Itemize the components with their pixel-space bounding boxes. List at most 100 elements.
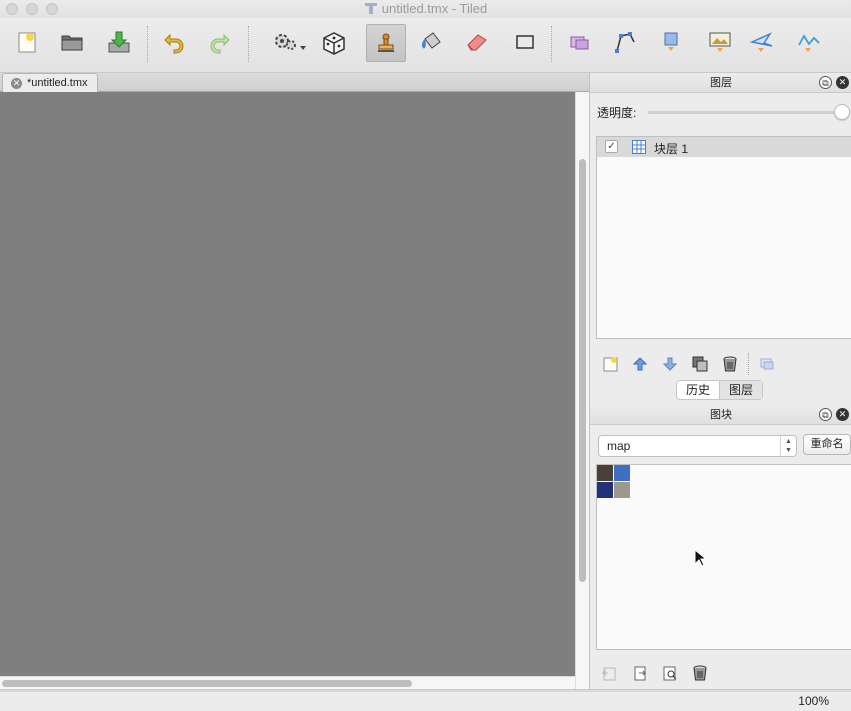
eraser-icon <box>467 34 487 51</box>
insert-polyline-button[interactable] <box>795 27 823 57</box>
save-button[interactable] <box>105 27 133 57</box>
layer-row[interactable]: ✓ 块层 1 <box>597 137 851 157</box>
tools-separator <box>748 353 749 375</box>
layers-panel-title-text: 图层 <box>710 77 732 89</box>
edit-polygon-icon <box>615 32 635 53</box>
close-panel-icon[interactable]: ✕ <box>836 76 849 89</box>
float-panel-icon[interactable]: ⧉ <box>819 408 832 421</box>
tile-3[interactable] <box>614 482 630 498</box>
main-toolbar <box>0 18 851 73</box>
status-bar: 100% <box>0 689 851 711</box>
insert-polygon-button[interactable] <box>748 27 776 57</box>
delete-layer-button[interactable] <box>719 353 741 375</box>
map-canvas[interactable] <box>0 92 575 676</box>
new-document-icon <box>18 32 36 53</box>
tile-layer-icon <box>632 140 646 154</box>
status-bar-grip <box>0 690 851 692</box>
open-button[interactable] <box>58 27 86 57</box>
undo-button[interactable] <box>161 27 189 57</box>
new-layer-icon <box>603 357 618 372</box>
folder-icon <box>61 35 83 51</box>
new-tileset-button[interactable] <box>598 662 620 684</box>
insert-polyline-icon <box>798 34 820 52</box>
layers-panel: 图层 ⧉ ✕ 透明度: ✓ 块层 1 历史 图层 <box>589 73 851 405</box>
gears-icon <box>275 34 306 50</box>
tileset-tools <box>598 662 848 684</box>
eraser-button[interactable] <box>463 27 491 57</box>
new-tileset-icon <box>602 667 616 681</box>
lower-layer-button[interactable] <box>659 353 681 375</box>
window-title: untitled.tmx - Tiled <box>381 1 488 16</box>
rect-select-icon <box>516 35 534 49</box>
layer-visible-checkbox[interactable]: ✓ <box>605 140 618 153</box>
tab-layers[interactable]: 图层 <box>719 381 763 399</box>
stamp-brush-button[interactable] <box>366 24 406 62</box>
close-tab-icon[interactable]: ✕ <box>11 78 22 89</box>
tileset-select[interactable]: map ▲ ▼ <box>598 435 797 457</box>
select-objects-button[interactable] <box>566 27 594 57</box>
toolbar-separator <box>147 26 148 62</box>
tab-label: *untitled.tmx <box>27 77 88 89</box>
vertical-scroll-thumb[interactable] <box>579 159 586 582</box>
duplicate-layer-button[interactable] <box>689 353 711 375</box>
new-map-button[interactable] <box>13 27 41 57</box>
raise-layer-button[interactable] <box>629 353 651 375</box>
commands-button[interactable] <box>270 27 310 57</box>
bucket-fill-button[interactable] <box>417 27 445 57</box>
select-objects-icon <box>570 36 589 50</box>
random-mode-button[interactable] <box>320 27 348 57</box>
redo-arrow-icon <box>210 33 230 54</box>
title-bar: untitled.tmx - Tiled <box>0 0 851 18</box>
import-tileset-icon <box>634 666 647 681</box>
tile-1[interactable] <box>614 465 630 481</box>
chevron-updown-icon: ▲ ▼ <box>780 436 796 456</box>
save-download-icon <box>108 31 130 53</box>
zoom-level[interactable]: 100% <box>798 694 829 708</box>
import-tileset-button[interactable] <box>629 662 651 684</box>
mouse-cursor-icon <box>694 549 706 567</box>
trash-icon <box>723 356 737 372</box>
opacity-slider-handle[interactable] <box>834 104 850 120</box>
trash-icon <box>693 665 707 681</box>
tileset-view[interactable] <box>596 464 851 650</box>
add-layer-button[interactable] <box>600 353 622 375</box>
tile-0[interactable] <box>597 465 613 481</box>
tile-2[interactable] <box>597 482 613 498</box>
float-panel-icon[interactable]: ⧉ <box>819 76 832 89</box>
layer-list[interactable]: ✓ 块层 1 <box>596 136 851 339</box>
vertical-scrollbar[interactable] <box>575 92 589 689</box>
dice-icon <box>323 32 345 55</box>
insert-rectangle-button[interactable] <box>657 27 685 57</box>
close-panel-icon[interactable]: ✕ <box>836 408 849 421</box>
layer-tools <box>598 353 848 375</box>
opacity-label: 透明度: <box>597 106 637 120</box>
tileset-properties-button[interactable] <box>659 662 681 684</box>
horizontal-scroll-thumb[interactable] <box>2 680 412 687</box>
insert-polygon-icon <box>749 32 773 52</box>
horizontal-scrollbar[interactable] <box>0 676 575 689</box>
tilesets-panel-title-text: 图块 <box>710 409 732 421</box>
opacity-slider[interactable] <box>648 111 840 114</box>
stamp-icon <box>378 33 394 52</box>
rectangle-select-button[interactable] <box>511 27 539 57</box>
panel-tab-switcher: 历史 图层 <box>676 380 764 400</box>
layers-stack-icon <box>760 358 774 370</box>
window-title-wrap: untitled.tmx - Tiled <box>0 1 851 16</box>
properties-icon <box>663 666 677 681</box>
tilesets-panel-title: 图块 ⧉ ✕ <box>590 405 851 425</box>
redo-button[interactable] <box>205 27 233 57</box>
rename-tileset-button[interactable]: 重命名 <box>803 434 851 455</box>
document-tab-bar: ✕ *untitled.tmx <box>0 73 589 92</box>
edit-polygons-button[interactable] <box>611 27 639 57</box>
remove-tileset-button[interactable] <box>689 662 711 684</box>
toolbar-separator <box>551 26 552 62</box>
tiled-app-icon <box>364 3 377 14</box>
duplicate-icon <box>692 356 708 372</box>
toolbar-separator <box>248 26 249 62</box>
arrow-down-icon <box>662 357 678 371</box>
tab-untitled-tmx[interactable]: ✕ *untitled.tmx <box>2 73 98 92</box>
insert-image-button[interactable] <box>704 27 736 57</box>
toggle-other-layers-button[interactable] <box>756 353 778 375</box>
layer-name: 块层 1 <box>654 142 689 156</box>
tab-history[interactable]: 历史 <box>677 381 719 399</box>
